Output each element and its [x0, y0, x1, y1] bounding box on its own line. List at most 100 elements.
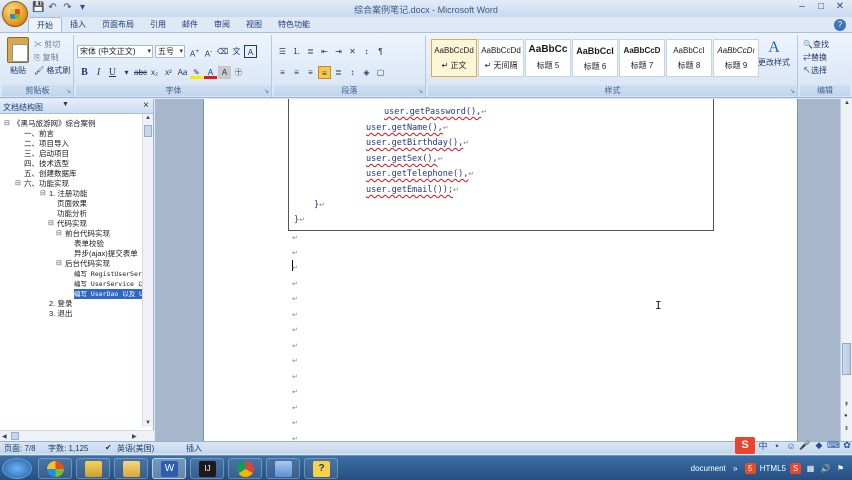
style-no-spacing[interactable]: AaBbCcDd ↵ 无间隔 [478, 39, 524, 77]
taskbar-word[interactable]: W [152, 458, 186, 479]
nav-item[interactable]: 六、功能实现 [24, 179, 69, 189]
collapse-icon[interactable]: ⊟ [56, 259, 62, 269]
browse-object-icon[interactable]: ● [844, 413, 848, 419]
emoji-icon[interactable]: ☺ [785, 441, 797, 451]
expand-tray-icon[interactable]: » [730, 463, 741, 474]
borders-icon[interactable]: ▢ [374, 66, 387, 79]
line-spacing-icon[interactable]: ↕ [346, 66, 359, 79]
style-heading-7[interactable]: AaBbCcD 标题 7 [619, 39, 665, 77]
nav-horizontal-scrollbar[interactable]: ◀ ▶ [0, 430, 154, 441]
tab-references[interactable]: 引用 [142, 17, 174, 32]
grow-font-icon[interactable]: A+ [188, 45, 201, 59]
tray-document-label[interactable]: document [691, 464, 726, 473]
bullets-icon[interactable]: ☰ [276, 45, 289, 58]
font-color-icon[interactable]: A [204, 66, 217, 79]
change-styles-button[interactable]: A 更改样式 [758, 39, 790, 68]
superscript-icon[interactable]: x² [162, 66, 175, 79]
taskbar-app[interactable]: IJ [190, 458, 224, 479]
font-size-select[interactable]: 五号 [155, 45, 185, 58]
chinese-layout-icon[interactable]: ✕ [346, 45, 359, 58]
tab-view[interactable]: 视图 [238, 17, 270, 32]
justify-icon[interactable]: ≡ [318, 66, 331, 79]
style-normal[interactable]: AaBbCcDd ↵ 正文 [431, 39, 477, 77]
nav-vertical-scrollbar[interactable]: ▲ ▼ [142, 114, 153, 427]
language-indicator[interactable]: 英语(美国) [117, 443, 154, 454]
previous-page-icon[interactable]: ⇞ [844, 401, 849, 408]
paste-button[interactable]: 粘贴 [5, 37, 31, 76]
find-button[interactable]: 🔍查找 [803, 39, 829, 50]
underline-dropdown-icon[interactable]: ▾ [120, 66, 133, 79]
nav-item[interactable]: 一、前言 [24, 129, 54, 139]
taskbar-app[interactable] [266, 458, 300, 479]
help-icon[interactable]: ? [834, 19, 846, 31]
multilevel-list-icon[interactable]: ≣ [304, 45, 317, 58]
tab-mailings[interactable]: 邮件 [174, 17, 206, 32]
nav-item[interactable]: 编写 UserService 以 [74, 279, 142, 289]
punctuation-icon[interactable]: • [771, 441, 783, 451]
char-border-icon[interactable]: A [244, 45, 257, 58]
action-center-icon[interactable]: ⚑ [835, 463, 846, 474]
align-center-icon[interactable]: ≡ [290, 66, 303, 79]
char-shading-icon[interactable]: A [218, 66, 231, 79]
clear-format-icon[interactable]: ⌫ [216, 45, 229, 58]
word-count[interactable]: 字数: 1,125 [48, 443, 88, 454]
insert-mode[interactable]: 插入 [186, 443, 202, 454]
collapse-icon[interactable]: ⊟ [4, 119, 10, 129]
distributed-icon[interactable]: ≣ [332, 66, 345, 79]
mic-icon[interactable]: 🎤 [799, 440, 811, 451]
html5-icon[interactable]: 5 [744, 463, 756, 474]
nav-item[interactable]: 四、技术选型 [24, 159, 69, 169]
nav-item[interactable]: 2. 登录 [49, 299, 72, 309]
close-icon[interactable]: ✕ [832, 1, 848, 14]
increase-indent-icon[interactable]: ⇥ [332, 45, 345, 58]
sort-icon[interactable]: ↕ [360, 45, 373, 58]
document-vertical-scrollbar[interactable]: ▲ ⇞ ● ⇟ [840, 99, 852, 441]
sogou-ime-icon[interactable]: S [735, 437, 755, 454]
nav-item[interactable]: 前台代码实现 [65, 229, 110, 239]
nav-item[interactable]: 功能分析 [57, 209, 87, 219]
scroll-left-icon[interactable]: ◀ [2, 433, 7, 440]
style-heading-5[interactable]: AaBbCc 标题 5 [525, 39, 571, 77]
toolbox-icon[interactable]: ✿ [841, 440, 852, 451]
clipboard-launcher-icon[interactable]: ↘ [66, 88, 71, 95]
align-right-icon[interactable]: ≡ [304, 66, 317, 79]
style-heading-9[interactable]: AaBbCcDı 标题 9 [713, 39, 759, 77]
style-heading-8[interactable]: AaBbCcI 标题 8 [666, 39, 712, 77]
taskbar-app[interactable]: ? [304, 458, 338, 479]
cut-button[interactable]: ✂ 剪切 [34, 39, 60, 50]
document-page[interactable]: user.getPassword(),↵ user.getName(),↵ us… [203, 99, 798, 441]
taskbar-app[interactable] [114, 458, 148, 479]
enclose-char-icon[interactable]: ㊉ [232, 66, 245, 79]
page-indicator[interactable]: 页面: 7/8 [4, 443, 36, 454]
shrink-font-icon[interactable]: A- [202, 45, 215, 59]
numbering-icon[interactable]: ⒈ [290, 45, 303, 58]
phonetic-guide-icon[interactable]: 文 [230, 45, 243, 58]
scroll-right-icon[interactable]: ▶ [132, 433, 137, 440]
minimize-icon[interactable]: – [794, 1, 810, 14]
scroll-thumb[interactable] [842, 343, 851, 375]
decrease-indent-icon[interactable]: ⇤ [318, 45, 331, 58]
nav-item[interactable]: 二、项目导入 [24, 139, 69, 149]
nav-item[interactable]: 五、创建数据库 [24, 169, 77, 179]
tab-review[interactable]: 审阅 [206, 17, 238, 32]
font-launcher-icon[interactable]: ↘ [264, 88, 269, 95]
scroll-up-icon[interactable]: ▲ [145, 115, 151, 121]
nav-item[interactable]: 异步(ajax)提交表单 [74, 249, 138, 259]
taskbar-app[interactable] [76, 458, 110, 479]
underline-icon[interactable]: U [106, 66, 119, 79]
subscript-icon[interactable]: x₂ [148, 66, 161, 79]
taskbar-app[interactable] [38, 458, 72, 479]
paragraph-launcher-icon[interactable]: ↘ [418, 88, 423, 95]
tab-features[interactable]: 特色功能 [270, 17, 318, 32]
copy-button[interactable]: ⎘ 复制 [34, 52, 59, 63]
nav-item[interactable]: 代码实现 [57, 219, 87, 229]
nav-item-selected[interactable]: 编写 UserDao 以及 U [74, 289, 142, 299]
scroll-down-icon[interactable]: ▼ [145, 420, 151, 426]
nav-item[interactable]: 表单校验 [74, 239, 104, 249]
collapse-icon[interactable]: ⊟ [56, 229, 62, 239]
italic-icon[interactable]: I [92, 66, 105, 79]
format-painter-button[interactable]: 🖌 格式刷 [34, 65, 70, 76]
select-button[interactable]: ↖选择 [803, 65, 827, 76]
office-button[interactable] [2, 1, 28, 27]
highlight-icon[interactable]: ✎ [190, 66, 203, 79]
